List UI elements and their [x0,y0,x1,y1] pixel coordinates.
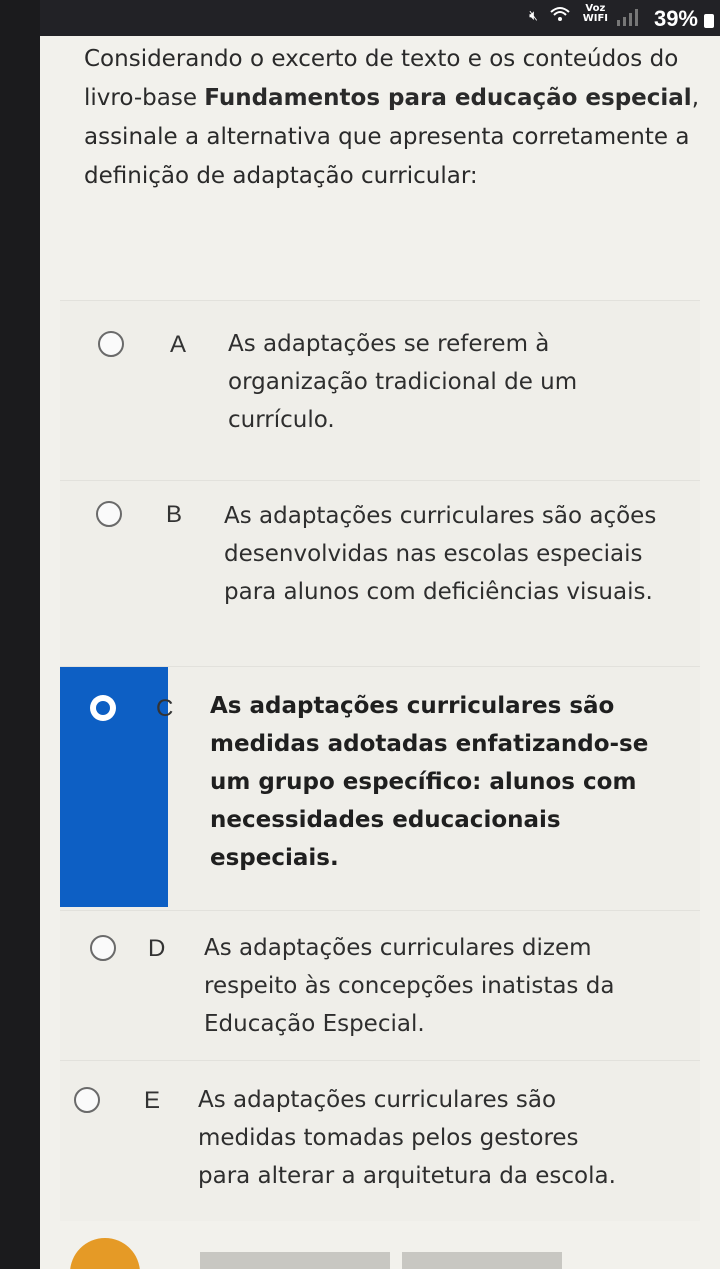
option-letter: C [156,695,174,722]
bottom-nav-bar [200,1252,390,1269]
voz-wifi-label: Voz WIFI [583,4,608,24]
battery-icon [704,14,714,28]
option-a[interactable]: A As adaptações se referem à organização… [60,300,700,481]
option-text: As adaptações curriculares são ações des… [224,503,657,605]
option-text: As adaptações curriculares são medidas t… [198,1087,616,1189]
option-b[interactable]: B As adaptações curriculares são ações d… [60,480,700,667]
radio-e[interactable] [74,1087,100,1113]
radio-c[interactable] [90,695,116,721]
option-text: As adaptações se referem à organização t… [228,331,578,433]
status-bar: 🔇︎ Voz WIFI 39% [40,0,720,36]
option-e[interactable]: E As adaptações curriculares são medidas… [60,1060,700,1221]
signal-icon [617,9,638,26]
wifi-icon [550,7,570,21]
wifi-label: WIFI [582,13,608,24]
bottom-nav-bar [402,1252,562,1269]
question-text: Considerando o excerto de texto e os con… [84,40,714,196]
option-text: As adaptações curriculares dizem respeit… [204,935,615,1037]
radio-d[interactable] [90,935,116,961]
question-book-title: Fundamentos para educação especial [204,85,692,111]
battery-percentage: 39% [653,6,698,31]
option-letter: E [144,1087,161,1114]
screen: 🔇︎ Voz WIFI 39% Considerando o excerto d… [40,0,720,1269]
option-letter: D [148,935,166,962]
option-c[interactable]: C As adaptações curriculares são medidas… [60,666,700,911]
option-text: As adaptações curriculares são medidas a… [210,693,649,871]
option-letter: B [166,501,183,528]
bottom-orange-button[interactable] [70,1238,140,1269]
option-letter: A [170,331,187,358]
radio-b[interactable] [96,501,122,527]
mute-icon: 🔇︎ [529,8,538,24]
radio-a[interactable] [98,331,124,357]
option-d[interactable]: D As adaptações curriculares dizem respe… [60,910,700,1061]
